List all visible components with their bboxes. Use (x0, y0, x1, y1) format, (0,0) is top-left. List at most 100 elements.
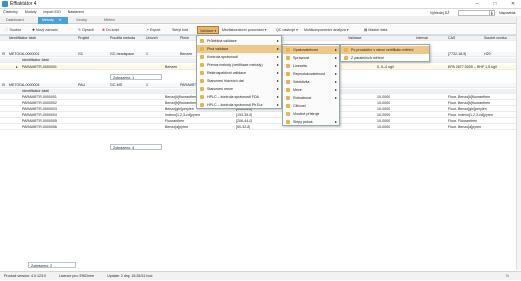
menu-item-suitable-instruments[interactable]: Vhodné přístroje (283, 110, 339, 118)
param-lod: 10-0000 (377, 119, 391, 123)
chevron-right-icon: ▸ (334, 63, 337, 68)
col-header-project[interactable]: Projekt (78, 36, 89, 41)
method-id: METODA-0000004 (9, 83, 40, 87)
menu-item-retrospective-validation[interactable]: Rektrospektivní validace ▸ (197, 69, 281, 77)
param-id: PARAMETR-0000001 (22, 95, 57, 99)
menu-item-icon (200, 95, 204, 99)
param-lod: 10-0000 (377, 95, 391, 99)
table-row[interactable]: PARAMETR-0000004 Indeno[1,2,3-cd]pyren [… (0, 113, 521, 118)
method-cell: GC-MS (110, 83, 122, 87)
menu-item-limits-param[interactable]: Meze ▸ (283, 86, 339, 94)
col-header-interval[interactable]: Interval (416, 36, 428, 41)
menu-item-accuracy[interactable]: Správnost ▸ (283, 54, 339, 62)
menu-item-full-validation[interactable]: Plná validace ▸ (197, 45, 281, 53)
menu-item-reproducibility[interactable]: Reprodukovatelnost ▸ (283, 70, 339, 78)
multicomponent-button[interactable]: Multikomponentní analýza ▾ (302, 26, 351, 34)
param-note: Fluor. Benzo[b]fluoranthen (448, 101, 491, 105)
row-pointer-icon: ▸ (16, 65, 18, 69)
param-value: 0, 5–4 ug/l (377, 65, 394, 69)
tab-mereni[interactable]: Měření (100, 17, 119, 24)
chevron-right-icon: ▸ (334, 55, 337, 60)
col-header-sum[interactable]: Součet vzorku (484, 36, 507, 41)
license-text: Licence pro: EffiChem (58, 274, 95, 278)
param-note: Fluor. Fluoranthen (448, 119, 478, 123)
menu-item-hplc-fda[interactable]: HPLC – kontrola správnosti FDA ▸ (197, 93, 281, 101)
menu-item-linearity[interactable]: Linearita ▸ (283, 62, 339, 70)
menu-item-repeatability[interactable]: Opakovatelnost ▸ (283, 46, 339, 54)
table-row[interactable]: PARAMETR-0000005 Fluoranthen [206-44-0] … (0, 119, 521, 124)
col-header-fill[interactable]: Plním (180, 36, 189, 41)
menu-item-repeat-parallel[interactable]: Z paralelních měření (341, 54, 429, 62)
edit-button[interactable]: ✎ Opravit (76, 26, 96, 34)
pencil-icon: ✎ (78, 28, 82, 32)
menu-item-icon (200, 55, 204, 59)
title-bar: Effiaktátor 4 – □ ✕ (0, 0, 521, 9)
method-id: METODA-0000001 (9, 52, 40, 56)
menu-item-icon (286, 104, 290, 108)
tab-metody-label: Metody (42, 18, 54, 22)
menu-item-icon (286, 80, 290, 84)
table-row[interactable]: PARAMETR-0000006 Benzo[a]pyren [50-32-8]… (0, 125, 521, 130)
chevron-right-icon: ▸ (334, 95, 337, 100)
minimize-button[interactable]: – (470, 1, 484, 8)
param-lod: 10-0000 (377, 101, 391, 105)
validation-parameters-menu: Opakovatelnost ▸ Správnost ▸ Linearita ▸ Re… (282, 44, 340, 126)
file-button[interactable]: 📄 Soubor (2, 26, 23, 34)
menu-import[interactable]: Import EIO (43, 9, 60, 16)
project-cell: PAU (78, 83, 86, 87)
menu-item-repeat-certificate[interactable]: Po provádění v rámci certifikátu měření (341, 46, 429, 54)
tab-metody[interactable]: Metody ✕ (38, 17, 68, 24)
expand-icon[interactable]: ⊟ (2, 52, 5, 57)
menu-item-blank-test[interactable]: Slépy pokus ▸ (283, 118, 339, 126)
menu-item-method-transfer[interactable]: Přenos metody (verifikace metody) ▸ (197, 61, 281, 69)
tab-vzorky[interactable]: Vzorky (72, 17, 91, 24)
chevron-right-icon: ▸ (276, 46, 279, 51)
menu-item-limits[interactable]: Stanovení meze ▸ (197, 85, 281, 93)
param-name: Benzo[ghi]perylen (165, 107, 194, 111)
hide-code-button[interactable]: Sktryt kód (170, 26, 190, 34)
menu-item-icon (286, 48, 290, 52)
col-header-method[interactable]: Použitá metoda (110, 36, 135, 41)
sub-header-id[interactable]: Identifikátor části (22, 58, 49, 63)
menu-item-main-data[interactable]: Stanovení hlavních dat ▸ (197, 77, 281, 85)
file-icon: 📄 (4, 28, 9, 32)
menu-item-hplc-pheur[interactable]: HPLC – kontrola správnosti Ph.Eur ▸ (197, 101, 281, 109)
col-header-id[interactable]: Identifikátor části (9, 36, 36, 41)
menu-item-icon (200, 71, 204, 75)
menu-nastaveni[interactable]: Nastavení (68, 9, 84, 16)
delete-button[interactable]: ✖ Do koše (100, 26, 121, 34)
chevron-right-icon: ▸ (276, 78, 279, 83)
menu-item-sensitivity[interactable]: Citlivost (283, 102, 339, 110)
vertical-scrollbar[interactable] (516, 17, 521, 270)
new-record-button[interactable]: ✚ Nový záznam (30, 26, 60, 34)
menu-moduly[interactable]: Moduly (25, 9, 37, 16)
col-header-level[interactable]: Úroveň (146, 36, 158, 41)
menu-item-robustness[interactable]: Robustnost ▸ (283, 94, 339, 102)
col-header-cas[interactable]: CAS (448, 36, 455, 41)
sum-cell: H20 (484, 52, 491, 56)
close-button[interactable]: ✕ (506, 1, 520, 8)
tab-dashboard[interactable]: Dashboard (2, 17, 28, 24)
chevron-right-icon: ▸ (276, 86, 279, 91)
maximize-button[interactable]: □ (488, 1, 502, 8)
param-id: PARAMETR-0000001 (22, 65, 57, 69)
export-button[interactable]: ↗ Export (144, 26, 162, 34)
menu-item-selectivity[interactable]: Selektivita ▸ (283, 78, 339, 86)
menu-item-accuracy-check[interactable]: Kontrola správnosti ▸ (197, 53, 281, 61)
validation-menu: Průběžná validace ▸ Plná validace ▸ Kontro… (196, 35, 282, 109)
repeatability-menu: Po provádění v rámci certifikátu měření … (340, 44, 430, 62)
group-count: Zobrazeno: 1 (110, 74, 162, 80)
validation-button[interactable]: Validace ▾ (197, 26, 220, 34)
menu-item-ongoing-validation[interactable]: Průběžná validace ▸ (197, 37, 281, 45)
expand-icon[interactable]: ⊟ (2, 83, 5, 88)
master-data-button[interactable]: ▤ Master data (362, 26, 389, 34)
plus-icon: ✚ (32, 28, 36, 32)
param-cas: [206-44-0] (236, 119, 253, 123)
menu-item-icon (344, 48, 348, 52)
interlab-button[interactable]: Mezilaboratorní porovnání ▾ (220, 26, 269, 34)
close-icon[interactable]: ✕ (59, 18, 62, 22)
menu-ciselniky[interactable]: Číselníky (3, 9, 18, 16)
col-header-validation[interactable]: Validace (348, 36, 362, 41)
qc-tools-button[interactable]: QC nástroje ▾ (274, 26, 300, 34)
sub-header-id[interactable]: Identifikátor části (22, 89, 49, 94)
